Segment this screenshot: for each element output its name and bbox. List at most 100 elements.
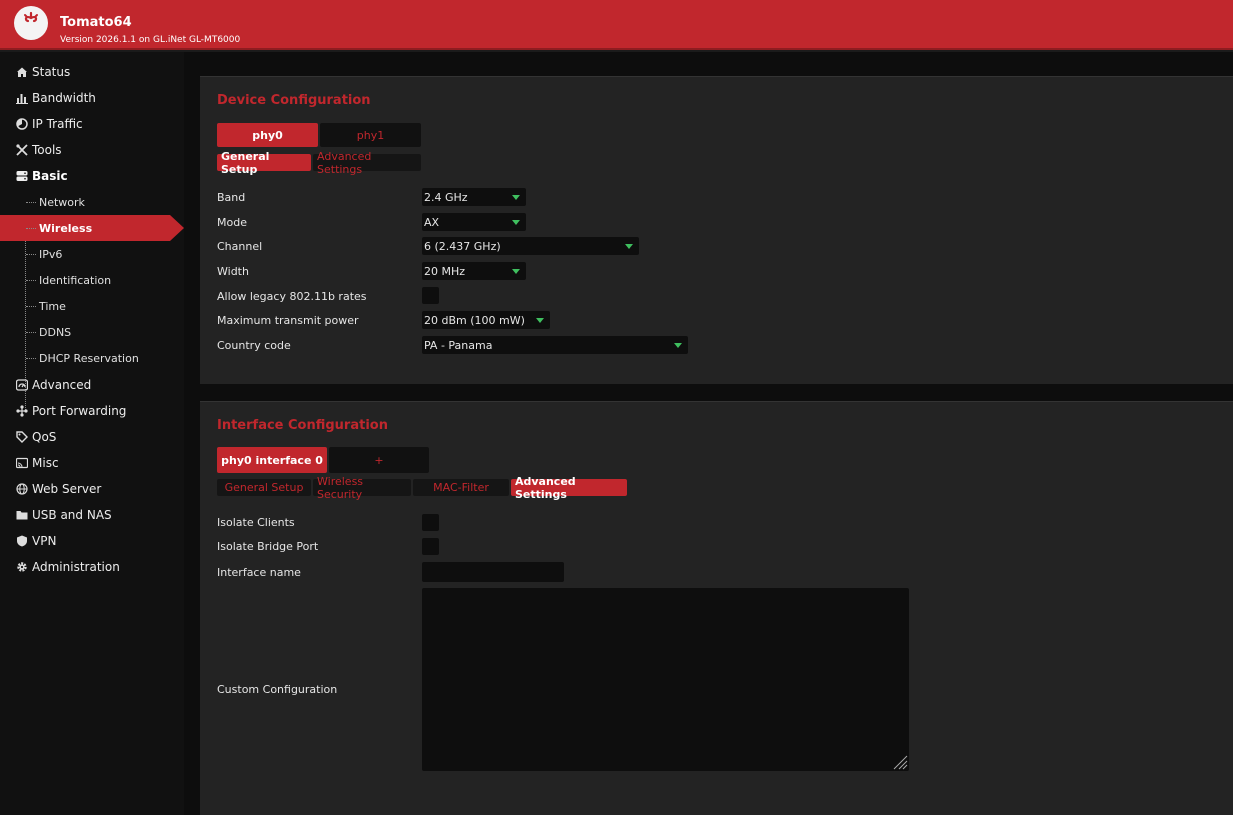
chevron-down-icon — [512, 269, 520, 274]
cast-icon — [15, 457, 28, 470]
sidebar-item-advanced[interactable]: Advanced — [0, 372, 184, 398]
app-header: Tomato64 Version 2026.1.1 on GL.iNet GL-… — [0, 0, 1233, 50]
interface-config-panel: Interface Configuration phy0 interface 0… — [200, 401, 1233, 815]
subtab-advanced-settings[interactable]: Advanced Settings — [511, 475, 627, 501]
sidebar-item-label: IP Traffic — [32, 117, 83, 131]
sidebar-item-label: Status — [32, 65, 71, 79]
sidebar-item-usb-and-nas[interactable]: USB and NAS — [0, 502, 184, 528]
device-config-panel: Device Configuration phy0 phy1 General S… — [200, 76, 1233, 384]
width-select[interactable]: 20 MHz — [422, 262, 526, 280]
isolate-bridge-label: Isolate Bridge Port — [217, 540, 319, 553]
country-code-value: PA - Panama — [424, 338, 493, 352]
folder-icon — [15, 509, 28, 522]
sidebar-subitem-wireless[interactable]: Wireless — [0, 215, 184, 241]
isolate-clients-label: Isolate Clients — [217, 516, 295, 529]
sidebar-subitem-network[interactable]: Network — [0, 189, 184, 215]
bar-chart-icon — [15, 92, 28, 105]
app-version: Version 2026.1.1 on GL.iNet GL-MT6000 — [60, 35, 241, 45]
channel-select[interactable]: 6 (2.437 GHz) — [422, 237, 639, 255]
isolate-bridge-checkbox[interactable] — [422, 538, 439, 555]
resize-grip-icon[interactable] — [890, 752, 908, 770]
sidebar-item-label: VPN — [32, 534, 57, 548]
subtab-advanced-settings[interactable]: Advanced Settings — [313, 150, 421, 176]
tx-power-select[interactable]: 20 dBm (100 mW) — [422, 311, 550, 329]
tag-icon — [15, 431, 28, 444]
tab-phy0[interactable]: phy0 — [217, 123, 318, 147]
mode-value: AX — [424, 215, 440, 229]
sidebar-item-status[interactable]: Status — [0, 59, 184, 85]
interface-name-label: Interface name — [217, 566, 301, 579]
sidebar-subitem-dhcp-reservation[interactable]: DHCP Reservation — [0, 345, 184, 371]
country-code-select[interactable]: PA - Panama — [422, 336, 688, 354]
network-icon — [15, 405, 28, 418]
sidebar-subitem-identification[interactable]: Identification — [0, 267, 184, 293]
sidebar-item-qos[interactable]: QoS — [0, 424, 184, 450]
sidebar-item-tools[interactable]: Tools — [0, 137, 184, 163]
device-config-title: Device Configuration — [217, 93, 371, 108]
sidebar-item-bandwidth[interactable]: Bandwidth — [0, 85, 184, 111]
chevron-down-icon — [674, 343, 682, 348]
band-select[interactable]: 2.4 GHz — [422, 188, 526, 206]
interface-name-input[interactable] — [422, 562, 564, 582]
custom-config-label: Custom Configuration — [217, 683, 338, 696]
tx-power-label: Maximum transmit power — [217, 314, 359, 327]
width-label: Width — [217, 265, 249, 278]
sidebar-subitem-ddns[interactable]: DDNS — [0, 319, 184, 345]
sidebar-item-basic[interactable]: Basic — [0, 163, 184, 189]
custom-config-textarea[interactable] — [422, 588, 909, 771]
sidebar-item-label: Misc — [32, 456, 59, 470]
sidebar-item-label: Basic — [32, 169, 68, 183]
sidebar-subitem-time[interactable]: Time — [0, 293, 184, 319]
chevron-down-icon — [512, 195, 520, 200]
app-title: Tomato64 — [60, 15, 132, 30]
sidebar: Status Bandwidth IP Traffic Tools Basic … — [0, 52, 184, 815]
band-value: 2.4 GHz — [424, 190, 468, 204]
tomato-logo-icon[interactable] — [14, 6, 48, 40]
sidebar-item-label: USB and NAS — [32, 508, 112, 522]
isolate-clients-checkbox[interactable] — [422, 514, 439, 531]
sidebar-item-label: Port Forwarding — [32, 404, 127, 418]
globe-icon — [15, 483, 28, 496]
sidebar-subitem-ipv6[interactable]: IPv6 — [0, 241, 184, 267]
tools-icon — [15, 144, 28, 157]
sidebar-item-port-forwarding[interactable]: Port Forwarding — [0, 398, 184, 424]
band-label: Band — [217, 191, 246, 204]
tx-power-value: 20 dBm (100 mW) — [424, 313, 525, 327]
mode-select[interactable]: AX — [422, 213, 526, 231]
main-content: Device Configuration phy0 phy1 General S… — [184, 52, 1233, 815]
sidebar-item-label: Web Server — [32, 482, 102, 496]
tab-phy0-interface-0[interactable]: phy0 interface 0 — [217, 447, 327, 473]
sidebar-item-misc[interactable]: Misc — [0, 450, 184, 476]
sidebar-item-web-server[interactable]: Web Server — [0, 476, 184, 502]
country-code-label: Country code — [217, 339, 291, 352]
subtab-general-setup[interactable]: General Setup — [217, 150, 311, 176]
channel-value: 6 (2.437 GHz) — [424, 239, 501, 253]
sidebar-item-label: Advanced — [32, 378, 92, 392]
subtab-mac-filter[interactable]: MAC-Filter — [413, 479, 509, 496]
gauge-icon — [15, 379, 28, 392]
legacy-rates-checkbox[interactable] — [422, 287, 439, 304]
channel-label: Channel — [217, 240, 263, 253]
subtab-general-setup[interactable]: General Setup — [217, 479, 311, 496]
chevron-down-icon — [512, 220, 520, 225]
tab-phy1[interactable]: phy1 — [320, 123, 421, 147]
chevron-down-icon — [536, 318, 544, 323]
chevron-down-icon — [625, 244, 633, 249]
home-icon — [15, 66, 28, 79]
legacy-rates-label: Allow legacy 802.11b rates — [217, 290, 367, 303]
server-icon — [15, 170, 28, 183]
mode-label: Mode — [217, 216, 247, 229]
shield-icon — [15, 535, 28, 548]
sidebar-item-label: QoS — [32, 430, 57, 444]
interface-config-title: Interface Configuration — [217, 418, 388, 433]
sidebar-item-vpn[interactable]: VPN — [0, 528, 184, 554]
sidebar-item-label: Tools — [32, 143, 62, 157]
tab-add-interface[interactable]: + — [329, 447, 429, 473]
sidebar-item-ip-traffic[interactable]: IP Traffic — [0, 111, 184, 137]
subtab-wireless-security[interactable]: Wireless Security — [313, 475, 411, 501]
gear-icon — [15, 561, 28, 574]
width-value: 20 MHz — [424, 264, 466, 278]
sidebar-item-administration[interactable]: Administration — [0, 554, 184, 580]
sidebar-item-label: Bandwidth — [32, 91, 96, 105]
sidebar-item-label: Administration — [32, 560, 120, 574]
